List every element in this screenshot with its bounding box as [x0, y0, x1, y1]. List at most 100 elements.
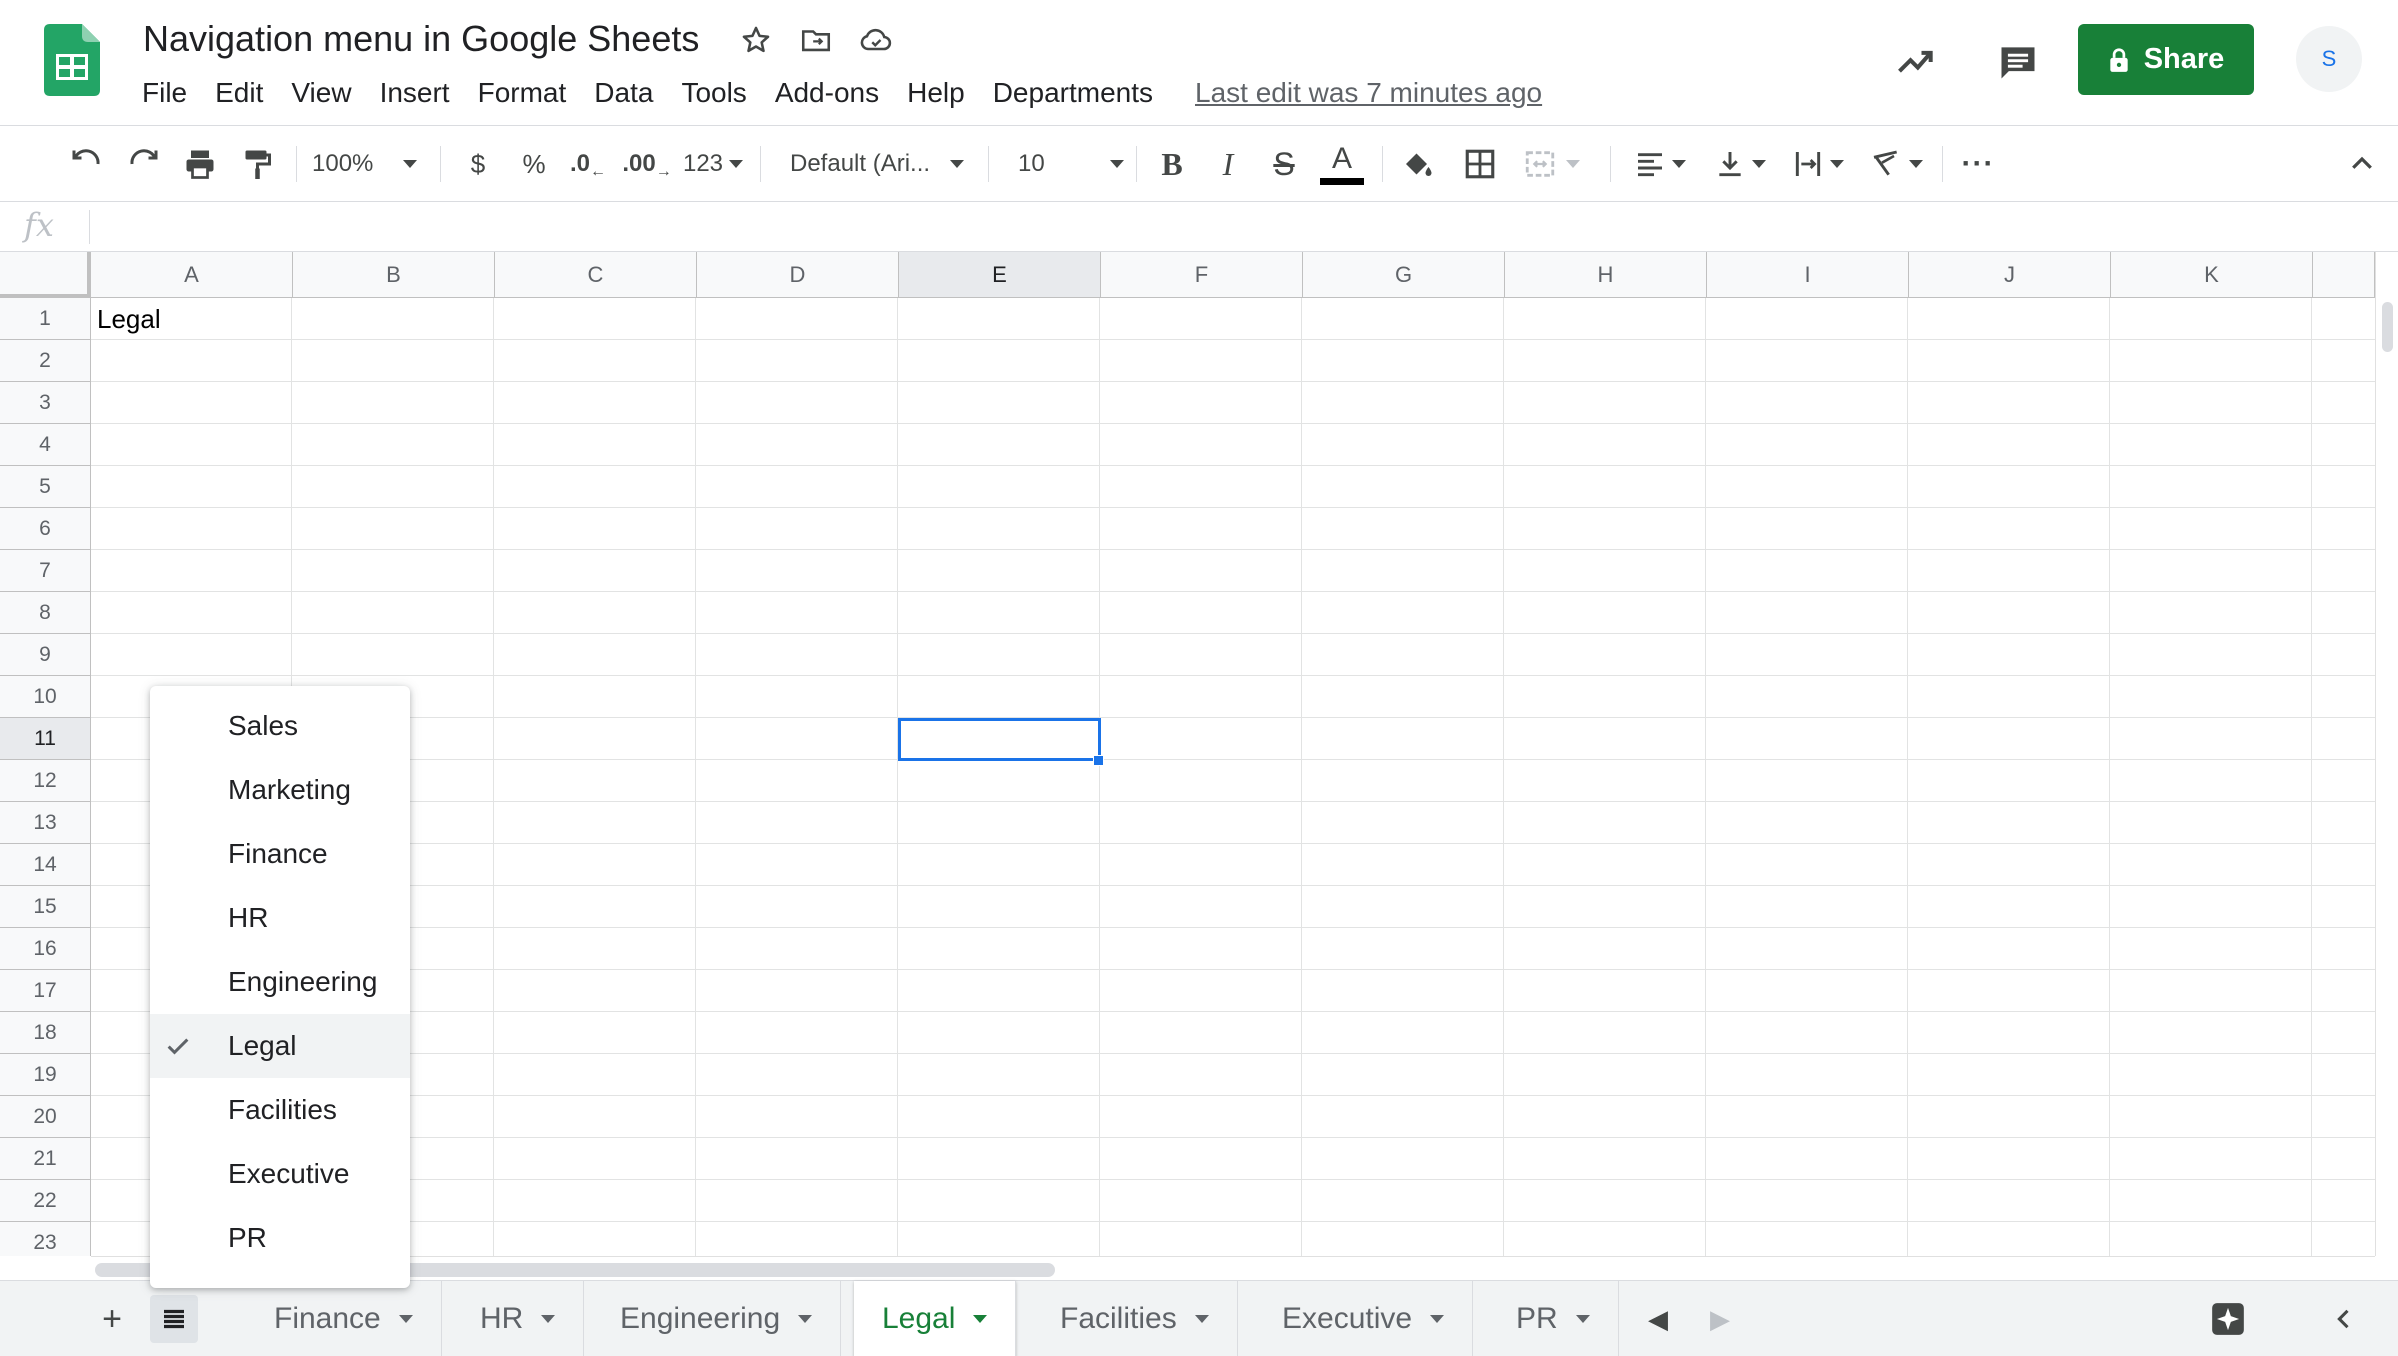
increase-decimal-button[interactable]: .00 →	[620, 140, 674, 188]
vertical-scroll-thumb[interactable]	[2382, 302, 2393, 352]
sheet-menu-item-finance[interactable]: Finance	[150, 822, 410, 886]
column-header-j[interactable]: J	[1909, 252, 2111, 298]
scroll-tabs-right-icon[interactable]: ▶	[1696, 1295, 1744, 1343]
row-header[interactable]: 7	[0, 550, 91, 592]
sheet-tab-executive[interactable]: Executive	[1254, 1281, 1474, 1356]
menu-insert[interactable]: Insert	[366, 70, 464, 116]
last-edit-link[interactable]: Last edit was 7 minutes ago	[1195, 77, 1542, 109]
formula-input[interactable]	[100, 202, 2380, 250]
menu-file[interactable]: File	[128, 70, 201, 116]
sheet-menu-item-pr[interactable]: PR	[150, 1206, 410, 1270]
scroll-tabs-left-icon[interactable]: ◀	[1634, 1295, 1682, 1343]
column-header-e[interactable]: E	[899, 252, 1101, 298]
sheet-menu-item-facilities[interactable]: Facilities	[150, 1078, 410, 1142]
column-header-c[interactable]: C	[495, 252, 697, 298]
text-rotation-icon[interactable]	[1864, 140, 1928, 188]
active-cell-outline[interactable]	[898, 718, 1101, 761]
menu-data[interactable]: Data	[580, 70, 667, 116]
sheet-tab-engineering[interactable]: Engineering	[592, 1281, 842, 1356]
column-header-h[interactable]: H	[1505, 252, 1707, 298]
row-header[interactable]: 18	[0, 1012, 91, 1054]
horizontal-align-icon[interactable]	[1628, 140, 1692, 188]
row-header[interactable]: 23	[0, 1222, 91, 1256]
menu-format[interactable]: Format	[464, 70, 581, 116]
currency-format-button[interactable]: $	[456, 140, 500, 188]
vertical-scrollbar[interactable]	[2375, 252, 2398, 1256]
fill-color-icon[interactable]	[1396, 140, 1440, 188]
redo-icon[interactable]	[122, 140, 166, 188]
row-header[interactable]: 14	[0, 844, 91, 886]
italic-icon[interactable]: I	[1206, 140, 1250, 188]
star-icon[interactable]	[736, 20, 776, 60]
row-header[interactable]: 10	[0, 676, 91, 718]
row-header[interactable]: 3	[0, 382, 91, 424]
cell-a1-value[interactable]: Legal	[97, 304, 161, 335]
sheet-menu-item-sales[interactable]: Sales	[150, 694, 410, 758]
bold-icon[interactable]: B	[1150, 140, 1194, 188]
undo-icon[interactable]	[64, 140, 108, 188]
menu-add-ons[interactable]: Add-ons	[761, 70, 893, 116]
font-family-select[interactable]: Default (Ari...	[790, 140, 974, 188]
row-header[interactable]: 6	[0, 508, 91, 550]
select-all-corner[interactable]	[0, 252, 91, 298]
more-formats-select[interactable]: 123	[678, 140, 748, 188]
horizontal-scrollbar[interactable]	[91, 1256, 2375, 1280]
print-icon[interactable]	[178, 140, 222, 188]
column-header-k[interactable]: K	[2111, 252, 2313, 298]
explore-icon[interactable]	[2204, 1295, 2252, 1343]
column-header-i[interactable]: I	[1707, 252, 1909, 298]
fill-handle[interactable]	[1093, 755, 1104, 766]
row-header[interactable]: 20	[0, 1096, 91, 1138]
sheet-tab-pr[interactable]: PR	[1488, 1281, 1619, 1356]
sheet-menu-item-marketing[interactable]: Marketing	[150, 758, 410, 822]
sheet-tab-finance[interactable]: Finance	[246, 1281, 442, 1356]
comments-icon[interactable]	[1990, 34, 2046, 90]
sheets-logo-icon[interactable]	[44, 24, 100, 96]
document-title[interactable]: Navigation menu in Google Sheets	[143, 16, 699, 62]
add-sheet-icon[interactable]: +	[88, 1295, 136, 1343]
row-header[interactable]: 11	[0, 718, 91, 760]
row-header[interactable]: 4	[0, 424, 91, 466]
paint-format-icon[interactable]	[234, 140, 278, 188]
borders-icon[interactable]	[1458, 140, 1502, 188]
row-header[interactable]: 2	[0, 340, 91, 382]
cloud-saved-icon[interactable]	[856, 20, 896, 60]
sheet-menu-item-executive[interactable]: Executive	[150, 1142, 410, 1206]
row-header[interactable]: 9	[0, 634, 91, 676]
row-header[interactable]: 8	[0, 592, 91, 634]
merge-cells-icon[interactable]	[1516, 140, 1586, 188]
sheet-tab-hr[interactable]: HR	[452, 1281, 585, 1356]
text-wrapping-icon[interactable]	[1786, 140, 1850, 188]
font-size-select[interactable]: 10	[1018, 140, 1124, 188]
decrease-decimal-button[interactable]: .0 ←	[564, 140, 612, 188]
menu-help[interactable]: Help	[893, 70, 979, 116]
menu-departments[interactable]: Departments	[979, 70, 1167, 116]
share-button[interactable]: Share	[2078, 24, 2254, 95]
text-color-icon[interactable]: A	[1318, 140, 1366, 188]
column-header-g[interactable]: G	[1303, 252, 1505, 298]
row-header[interactable]: 19	[0, 1054, 91, 1096]
row-header[interactable]: 17	[0, 970, 91, 1012]
vertical-align-icon[interactable]	[1708, 140, 1772, 188]
sheet-menu-item-hr[interactable]: HR	[150, 886, 410, 950]
collapse-toolbar-icon[interactable]	[2340, 140, 2384, 188]
menu-view[interactable]: View	[277, 70, 365, 116]
column-header-d[interactable]: D	[697, 252, 899, 298]
cell-area[interactable]	[91, 298, 2381, 1256]
sheet-menu-item-legal[interactable]: Legal	[150, 1014, 410, 1078]
sheet-tab-legal[interactable]: Legal	[854, 1281, 1017, 1356]
row-header[interactable]: 21	[0, 1138, 91, 1180]
sheet-tab-facilities[interactable]: Facilities	[1032, 1281, 1238, 1356]
menu-edit[interactable]: Edit	[201, 70, 277, 116]
account-avatar[interactable]: S	[2296, 26, 2362, 92]
column-header-f[interactable]: F	[1101, 252, 1303, 298]
menu-tools[interactable]: Tools	[667, 70, 760, 116]
row-header[interactable]: 15	[0, 886, 91, 928]
column-header-b[interactable]: B	[293, 252, 495, 298]
row-header[interactable]: 5	[0, 466, 91, 508]
strikethrough-icon[interactable]: S	[1262, 140, 1306, 188]
column-header-a[interactable]: A	[91, 252, 293, 298]
all-sheets-menu-icon[interactable]	[150, 1295, 198, 1343]
row-header[interactable]: 1	[0, 298, 91, 340]
row-header[interactable]: 16	[0, 928, 91, 970]
